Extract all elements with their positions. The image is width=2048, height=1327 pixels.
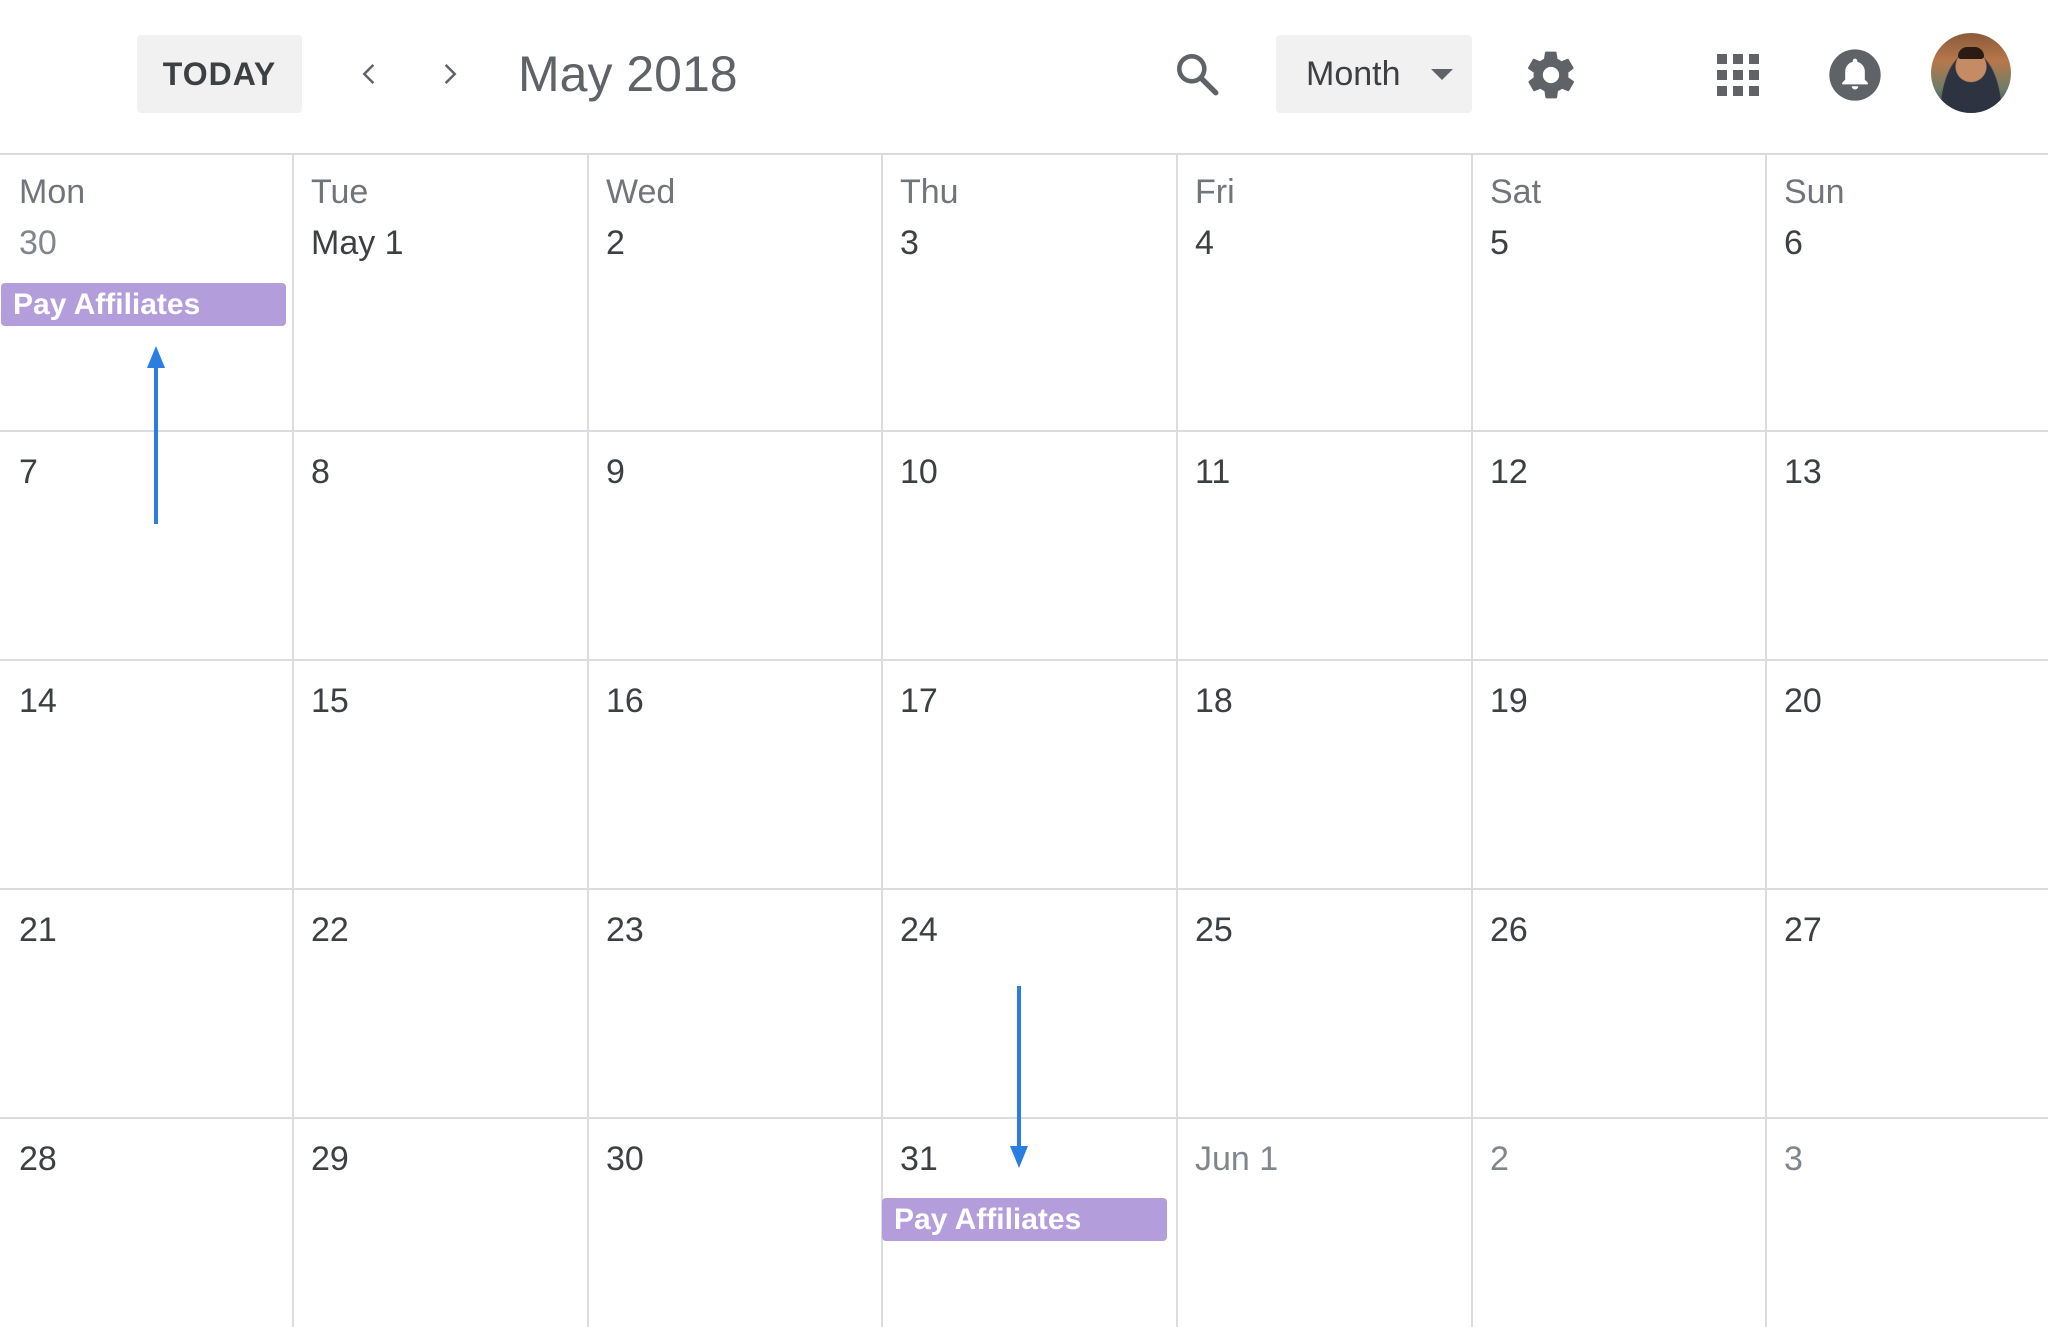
event-chip[interactable]: Pay Affiliates — [882, 1198, 1167, 1241]
day-number[interactable]: 6 — [1784, 223, 1803, 263]
day-number[interactable]: 18 — [1195, 681, 1233, 721]
search-icon — [1177, 54, 1219, 96]
today-button[interactable]: TODAY — [137, 35, 302, 113]
day-number[interactable]: 26 — [1490, 910, 1528, 950]
annotation-arrow-up-icon — [147, 346, 165, 524]
day-cell[interactable] — [292, 430, 587, 659]
gear-icon — [1527, 51, 1575, 99]
day-number[interactable]: 2 — [606, 223, 625, 263]
view-selector-value: Month — [1306, 54, 1401, 93]
caret-down-icon — [1431, 69, 1453, 80]
day-cell[interactable] — [1176, 153, 1471, 430]
day-number[interactable]: 25 — [1195, 910, 1233, 950]
day-number[interactable]: 17 — [900, 681, 938, 721]
day-number[interactable]: 3 — [900, 223, 919, 263]
day-number[interactable]: 15 — [311, 681, 349, 721]
day-number[interactable]: 10 — [900, 452, 938, 492]
day-cell[interactable] — [1765, 153, 2048, 430]
apps-grid-icon — [1717, 54, 1759, 96]
chevron-right-icon — [444, 64, 457, 84]
day-number[interactable]: 30 — [19, 223, 57, 263]
day-number[interactable]: 30 — [606, 1139, 644, 1179]
bell-icon — [1829, 49, 1881, 101]
day-number[interactable]: 27 — [1784, 910, 1822, 950]
day-number[interactable]: 11 — [1195, 452, 1230, 492]
day-number[interactable]: 22 — [311, 910, 349, 950]
account-avatar[interactable] — [1931, 33, 2011, 113]
search-button[interactable] — [1167, 44, 1227, 104]
day-number[interactable]: 7 — [19, 452, 38, 492]
day-number[interactable]: May 1 — [311, 223, 404, 263]
day-number[interactable]: 2 — [1490, 1139, 1509, 1179]
day-number[interactable]: 23 — [606, 910, 644, 950]
day-number[interactable]: 14 — [19, 681, 57, 721]
apps-button[interactable] — [1713, 50, 1763, 100]
day-number[interactable]: 8 — [311, 452, 330, 492]
day-cell[interactable] — [1471, 153, 1766, 430]
day-number[interactable]: 28 — [19, 1139, 57, 1179]
day-number[interactable]: 3 — [1784, 1139, 1803, 1179]
annotation-arrow-down-icon — [1010, 986, 1028, 1168]
event-chip[interactable]: Pay Affiliates — [1, 283, 286, 326]
settings-button[interactable] — [1523, 47, 1579, 103]
chevron-left-icon — [362, 64, 375, 84]
day-cell[interactable] — [881, 153, 1176, 430]
day-cell[interactable] — [1765, 1117, 2048, 1327]
day-number[interactable]: 19 — [1490, 681, 1528, 721]
day-cell[interactable] — [587, 153, 882, 430]
day-number[interactable]: 13 — [1784, 452, 1822, 492]
previous-period-button[interactable] — [341, 45, 399, 103]
avatar-hair — [1958, 47, 1984, 59]
day-number[interactable]: 16 — [606, 681, 644, 721]
day-number[interactable]: 21 — [19, 910, 57, 950]
day-number[interactable]: 20 — [1784, 681, 1822, 721]
day-number[interactable]: 12 — [1490, 452, 1528, 492]
day-number[interactable]: 24 — [900, 910, 938, 950]
day-number[interactable]: 29 — [311, 1139, 349, 1179]
day-number[interactable]: 9 — [606, 452, 625, 492]
day-cell[interactable] — [587, 430, 882, 659]
day-number[interactable]: Jun 1 — [1195, 1139, 1278, 1179]
current-period-title: May 2018 — [518, 46, 738, 102]
notifications-button[interactable] — [1827, 47, 1883, 103]
day-number[interactable]: 4 — [1195, 223, 1214, 263]
next-period-button[interactable] — [420, 45, 478, 103]
day-number[interactable]: 31 — [900, 1139, 938, 1179]
day-cell[interactable] — [1471, 1117, 1766, 1327]
calendar-toolbar: TODAY May 2018 Month — [0, 0, 2048, 153]
day-cell[interactable] — [292, 153, 587, 430]
day-number[interactable]: 5 — [1490, 223, 1509, 263]
view-selector[interactable]: Month — [1276, 35, 1472, 113]
